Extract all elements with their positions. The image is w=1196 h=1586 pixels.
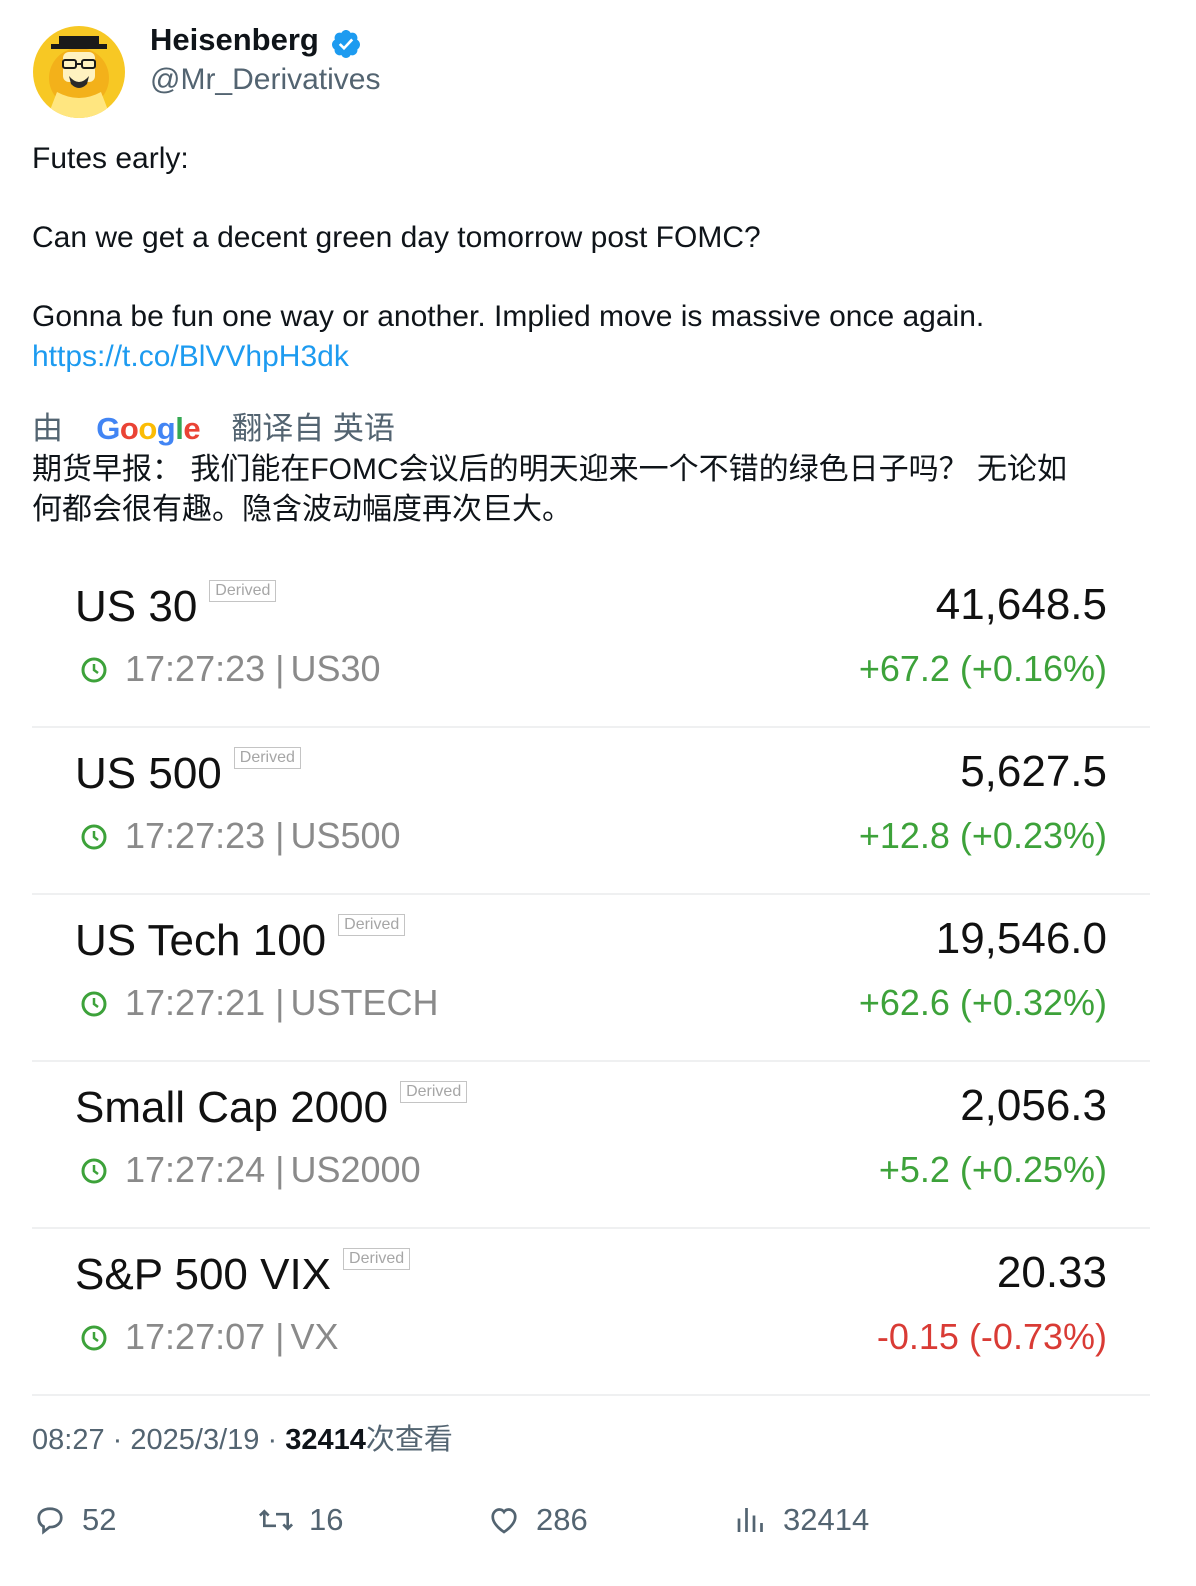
quote-change: +62.6 (+0.32%) <box>858 982 1107 1023</box>
view-count: 32414 <box>285 1424 366 1456</box>
quote-time: 17:27:07 | VX <box>125 1316 339 1357</box>
reply-count: 52 <box>82 1502 117 1537</box>
user-handle[interactable]: @Mr_Derivatives <box>150 63 381 97</box>
quote-row-us500: US 500 Derived 5,627.5 17:27:23 | US500 +12… <box>32 727 1150 895</box>
translated-by-label: 由 <box>32 411 63 446</box>
quote-row-us30: US 30 Derived 41,648.5 17:27:23 | US30 +67.… <box>32 560 1150 728</box>
quote-name: US 500 Derived <box>75 747 301 799</box>
quote-symbol: VX <box>290 1316 339 1357</box>
retweet-count: 16 <box>309 1502 344 1537</box>
quote-price: 2,056.3 <box>960 1081 1107 1130</box>
display-name[interactable]: Heisenberg <box>150 22 319 58</box>
view-count-label: 次查看 <box>365 1424 453 1456</box>
quote-name: US Tech 100 Derived <box>75 914 406 966</box>
tweet-text-line: Can we get a decent green day tomorrow p… <box>32 221 761 254</box>
derived-badge: Derived <box>343 1248 411 1270</box>
translated-text-line: 何都会很有趣。隐含波动幅度再次巨大。 <box>32 493 572 526</box>
derived-badge: Derived <box>233 747 301 769</box>
tweet-text-line: Futes early: <box>32 142 189 175</box>
views-count: 32414 <box>783 1502 870 1537</box>
tweet-date[interactable]: 2025/3/19 <box>130 1424 259 1456</box>
quote-row-vix: S&P 500 VIX Derived 20.33 17:27:07 | VX -0.… <box>32 1228 1150 1396</box>
clock-icon <box>81 1325 107 1351</box>
avatar-image <box>33 26 125 118</box>
tweet-text-line: Gonna be fun one way or another. Implied… <box>32 300 985 333</box>
retweet-icon <box>258 1509 294 1531</box>
translation-attribution[interactable]: 由 Google 翻译自 英语 <box>32 403 395 446</box>
quote-price: 19,546.0 <box>935 914 1107 963</box>
quote-time: 17:27:24 | US2000 <box>125 1149 421 1190</box>
verified-badge-icon <box>332 30 360 58</box>
clock-icon <box>81 824 107 850</box>
quote-symbol: US30 <box>290 648 381 689</box>
quote-row-ustech: US Tech 100 Derived 19,546.0 17:27:21 | UST… <box>32 894 1150 1062</box>
quote-symbol: US500 <box>290 815 401 856</box>
translated-from-label: 翻译自 英语 <box>231 411 395 446</box>
tweet-meta: 08:27 · 2025/3/19 · 32414次查看 <box>32 1424 453 1456</box>
google-logo: Google <box>96 411 201 446</box>
derived-badge: Derived <box>338 914 406 936</box>
heart-icon <box>491 1508 517 1534</box>
quote-change: +12.8 (+0.23%) <box>858 815 1107 856</box>
clock-icon <box>81 991 107 1017</box>
analytics-icon <box>737 1508 763 1532</box>
tweet-link[interactable]: https://t.co/BlVVhpH3dk <box>32 339 349 375</box>
quote-symbol: USTECH <box>290 982 439 1023</box>
quotes-image[interactable]: US 30 Derived 41,648.5 17:27:23 | US30 +67.… <box>32 560 1150 1396</box>
reply-button[interactable]: 52 <box>32 1500 116 1540</box>
like-count: 286 <box>536 1502 588 1537</box>
clock-icon <box>81 657 107 683</box>
retweet-button[interactable]: 16 <box>257 1500 343 1540</box>
derived-badge: Derived <box>209 580 277 602</box>
quote-name: US 30 Derived <box>75 580 277 632</box>
translated-text-line: 期货早报： 我们能在FOMC会议后的明天迎来一个不错的绿色日子吗？ 无论如 <box>32 453 1067 486</box>
quote-price: 5,627.5 <box>960 747 1107 796</box>
quote-price: 41,648.5 <box>935 580 1107 629</box>
quote-change: -0.15 (-0.73%) <box>876 1316 1107 1357</box>
quote-price: 20.33 <box>996 1248 1107 1297</box>
avatar[interactable] <box>33 26 125 118</box>
quote-change: +5.2 (+0.25%) <box>878 1149 1107 1190</box>
like-button[interactable]: 286 <box>486 1500 588 1540</box>
quote-name: S&P 500 VIX Derived <box>75 1248 411 1300</box>
derived-badge: Derived <box>400 1081 468 1103</box>
quote-row-us2000: Small Cap 2000 Derived 2,056.3 17:27:24 | U… <box>32 1061 1150 1229</box>
quote-time: 17:27:23 | US30 <box>125 648 381 689</box>
quote-time: 17:27:21 | USTECH <box>125 982 439 1023</box>
quote-time: 17:27:23 | US500 <box>125 815 401 856</box>
views-button[interactable]: 32414 <box>733 1500 869 1540</box>
tweet-time[interactable]: 08:27 <box>32 1424 105 1456</box>
reply-icon <box>37 1507 63 1535</box>
quote-change: +67.2 (+0.16%) <box>858 648 1107 689</box>
clock-icon <box>81 1158 107 1184</box>
quote-name: Small Cap 2000 Derived <box>75 1081 468 1133</box>
quote-symbol: US2000 <box>290 1149 421 1190</box>
